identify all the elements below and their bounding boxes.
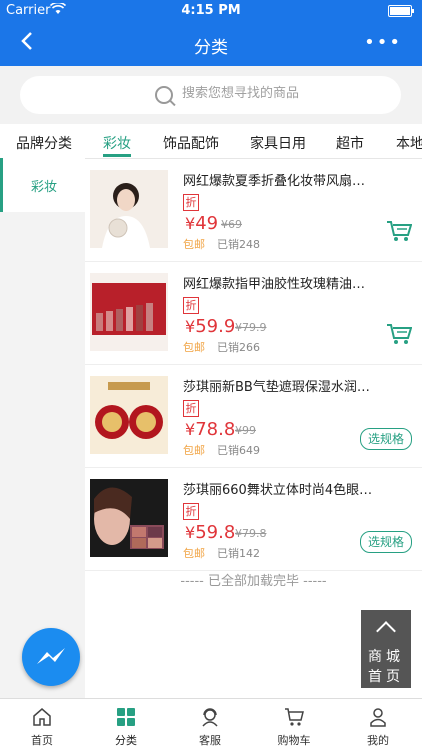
discount-badge: 折	[183, 297, 199, 314]
sold-count: 已销142	[217, 547, 260, 560]
back-to-home-line2: 首页	[368, 669, 404, 685]
product-item[interactable]: 网红爆款夏季折叠化妆带风扇… 折 ¥49 ¥69 包邮 已销248	[85, 158, 422, 262]
product-item[interactable]: 网红爆款指甲油胶性玫瑰精油… 折 ¥59.9 ¥79.9 包邮 已销266	[85, 261, 422, 365]
sold-count: 已销266	[217, 341, 260, 354]
active-tab-underline	[103, 154, 131, 157]
sidebar: 彩妆	[0, 158, 85, 698]
tab-makeup[interactable]: 彩妆	[103, 133, 131, 153]
discount-badge: 折	[183, 400, 199, 417]
cart-icon[interactable]	[386, 220, 413, 242]
category-tabs: 品牌分类 彩妆 饰品配饰 家具日用 超市 本地	[0, 124, 422, 159]
tabbar-label: 客服	[199, 734, 221, 747]
tabbar-label: 首页	[31, 734, 53, 747]
product-image	[90, 376, 168, 454]
search-section	[0, 66, 422, 124]
select-spec-button[interactable]: 选规格	[360, 531, 412, 553]
shipping-label: 包邮	[183, 238, 205, 251]
tabbar-cart[interactable]: 购物车	[252, 699, 336, 751]
product-price: ¥59.9	[185, 316, 236, 337]
shipping-label: 包邮	[183, 547, 205, 560]
search-input[interactable]	[180, 85, 384, 102]
discount-badge: 折	[183, 503, 199, 520]
tab-household[interactable]: 家具日用	[250, 133, 306, 153]
product-price: ¥78.8	[185, 419, 236, 440]
tabbar-label: 分类	[115, 734, 137, 747]
shipping-label: 包邮	[183, 341, 205, 354]
sold-count: 已销248	[217, 238, 260, 251]
original-price: ¥79.8	[235, 527, 267, 540]
product-item[interactable]: 莎琪丽660舞状立体时尚4色眼… 折 ¥59.8 ¥79.8 包邮 已销142 …	[85, 467, 422, 571]
search-box[interactable]	[20, 76, 401, 114]
product-name: 莎琪丽660舞状立体时尚4色眼…	[183, 483, 373, 498]
customer-service-icon	[202, 708, 218, 727]
tabbar-label: 购物车	[277, 734, 311, 747]
cart-icon[interactable]	[386, 323, 413, 345]
end-of-list-text: ----- 已全部加载完毕 -----	[180, 574, 327, 589]
bottom-tab-bar: 首页 分类 客服 购物车 我的	[0, 698, 422, 751]
shopping-cart-icon	[285, 708, 304, 726]
sidebar-item-label: 彩妆	[31, 180, 58, 195]
tabbar-label: 我的	[367, 734, 389, 747]
original-price: ¥99	[235, 424, 256, 437]
sold-count: 已销649	[217, 444, 260, 457]
messenger-icon[interactable]	[22, 628, 80, 686]
more-icon[interactable]: •••	[364, 32, 402, 53]
select-spec-button[interactable]: 选规格	[360, 428, 412, 450]
product-item[interactable]: 莎琪丽新BB气垫遮瑕保湿水润… 折 ¥78.8 ¥99 包邮 已销649 选规格	[85, 364, 422, 468]
product-image	[90, 170, 168, 248]
chevron-up-icon	[376, 621, 396, 641]
status-bar: Carrier 4:15 PM	[0, 0, 422, 22]
back-to-home-line1: 商城	[368, 649, 404, 665]
tab-accessories[interactable]: 饰品配饰	[163, 133, 219, 153]
tab-supermarket[interactable]: 超市	[336, 133, 364, 153]
page-title: 分类	[194, 38, 228, 58]
status-time: 4:15 PM	[181, 3, 241, 18]
tabbar-category[interactable]: 分类	[84, 699, 168, 751]
product-price: ¥49	[185, 213, 219, 234]
grid-icon	[117, 708, 135, 726]
shipping-label: 包邮	[183, 444, 205, 457]
tab-local[interactable]: 本地	[396, 133, 422, 153]
home-icon	[33, 708, 51, 726]
tabbar-service[interactable]: 客服	[168, 699, 252, 751]
back-to-home-button[interactable]: 商城 首页	[361, 610, 411, 688]
tabbar-home[interactable]: 首页	[0, 699, 84, 751]
nav-bar: 分类 •••	[0, 22, 422, 66]
sidebar-item-makeup[interactable]: 彩妆	[0, 158, 85, 212]
product-image	[90, 479, 168, 557]
product-name: 网红爆款指甲油胶性玫瑰精油…	[183, 277, 366, 292]
discount-badge: 折	[183, 194, 199, 211]
product-price: ¥59.8	[185, 522, 236, 543]
tab-brand[interactable]: 品牌分类	[16, 133, 72, 153]
product-name: 网红爆款夏季折叠化妆带风扇…	[183, 174, 366, 189]
original-price: ¥69	[221, 218, 242, 231]
product-image	[90, 273, 168, 351]
user-icon	[370, 708, 386, 727]
battery-icon	[388, 5, 414, 17]
search-icon	[155, 86, 173, 104]
tabbar-mine[interactable]: 我的	[336, 699, 420, 751]
product-name: 莎琪丽新BB气垫遮瑕保湿水润…	[183, 380, 370, 395]
original-price: ¥79.9	[235, 321, 267, 334]
